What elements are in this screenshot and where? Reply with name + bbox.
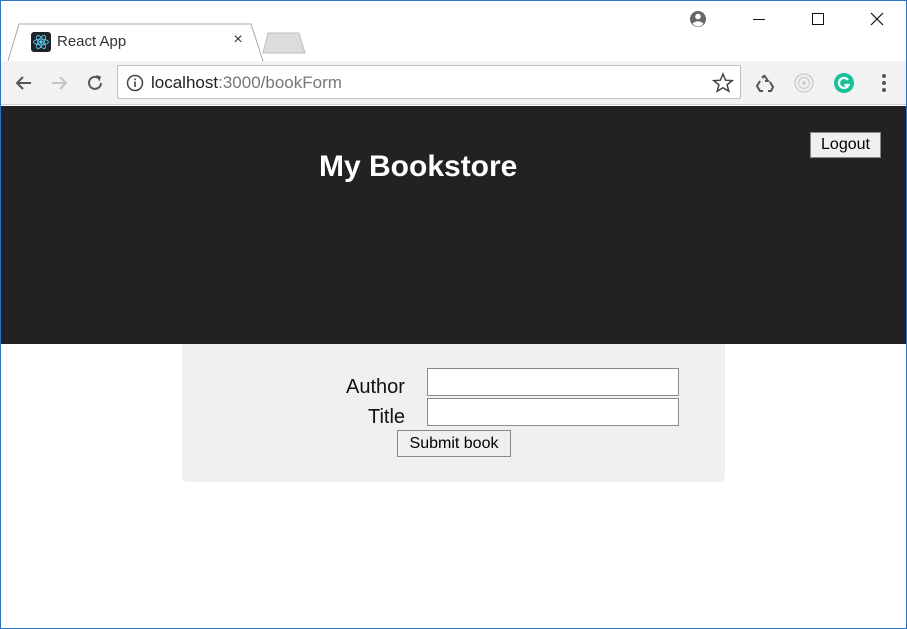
minimize-icon[interactable] bbox=[744, 7, 774, 31]
reload-icon[interactable] bbox=[81, 69, 109, 97]
grammarly-icon[interactable] bbox=[830, 69, 858, 97]
url-path: :3000/bookForm bbox=[218, 73, 342, 92]
target-icon[interactable] bbox=[790, 69, 818, 97]
author-label: Author bbox=[346, 376, 405, 398]
browser-toolbar: localhost:3000/bookForm bbox=[1, 61, 906, 105]
browser-window: React App × localhost:3000/bookForm My B… bbox=[0, 0, 907, 629]
react-icon bbox=[31, 32, 51, 52]
back-arrow-icon[interactable] bbox=[10, 69, 38, 97]
url-host: localhost bbox=[151, 73, 219, 92]
close-tab-icon[interactable]: × bbox=[229, 31, 247, 49]
author-input[interactable] bbox=[427, 368, 679, 396]
book-form: Author Title Submit book bbox=[182, 344, 725, 482]
forward-arrow-icon[interactable] bbox=[45, 69, 73, 97]
tab-react-app[interactable]: React App × bbox=[7, 23, 264, 61]
new-tab-button[interactable] bbox=[261, 32, 307, 54]
url-text: localhost:3000/bookForm bbox=[151, 73, 342, 93]
bookmark-star-icon[interactable] bbox=[712, 72, 734, 94]
recycle-icon[interactable] bbox=[750, 69, 778, 97]
tab-title: React App bbox=[57, 33, 127, 50]
logout-button[interactable]: Logout bbox=[810, 132, 881, 158]
site-header: My Bookstore Logout bbox=[1, 106, 906, 344]
address-bar[interactable]: localhost:3000/bookForm bbox=[117, 65, 741, 99]
title-input[interactable] bbox=[427, 398, 679, 426]
page-viewport: My Bookstore Logout Author Title Submit … bbox=[1, 106, 906, 628]
page-title: My Bookstore bbox=[319, 150, 518, 183]
tab-strip: React App × bbox=[1, 1, 906, 61]
title-label: Title bbox=[368, 406, 406, 428]
maximize-icon[interactable] bbox=[803, 7, 833, 31]
menu-kebab-icon[interactable] bbox=[870, 69, 898, 97]
submit-book-button[interactable]: Submit book bbox=[397, 430, 511, 457]
profile-icon[interactable] bbox=[688, 9, 708, 29]
close-window-icon[interactable] bbox=[862, 7, 892, 31]
info-icon[interactable] bbox=[126, 74, 144, 92]
